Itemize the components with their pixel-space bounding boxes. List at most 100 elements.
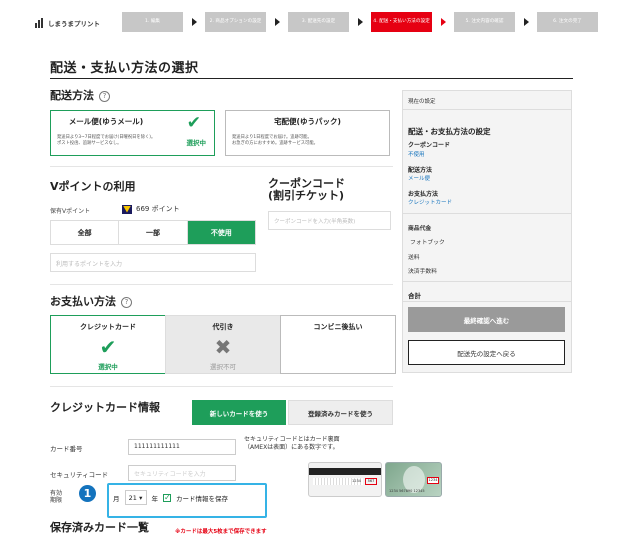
expiry-label: 有効 期限 [50,490,62,504]
progress-steps: 1. 編集 2. 商品オプションの設定 3. 配送先の設定 4. 配送・支払い方… [122,12,598,32]
vpoint-option-none[interactable]: 不使用 [187,221,255,244]
desc-line: ポスト投函、追跡サービスなし。 [57,140,122,146]
checkmark-icon: ✔ [99,335,117,359]
tab-saved-card[interactable]: 登録済みカードを使う [288,400,393,425]
shipping-option-name: メール便(ゆうメール) [68,117,144,126]
security-code-label: セキュリティコード [50,471,109,479]
vpoint-held: 669 ポイント [122,204,180,214]
expiry-label-line: 期限 [50,497,63,505]
logo[interactable]: しまうまプリント [35,18,100,28]
payment-title-text: お支払い方法 [50,295,116,308]
summary-divider [402,281,572,282]
section-divider [50,284,393,285]
chevron-right-icon [441,18,446,26]
payment-option-credit-card[interactable]: クレジットカード ✔ 選択中 [50,315,166,374]
summary-title: 配送・お支払方法の設定 [408,127,491,136]
magnetic-stripe [309,468,381,475]
logo-text: しまうまプリント [48,20,100,28]
security-code-note: セキュリティコードとはカード裏面 （AMEXは表面）にある数字です。 [244,436,340,451]
saved-cards-note: ※カードは最大5枚まで保存できます [175,529,267,535]
payment-option-convenience[interactable]: コンビニ後払い [280,315,396,374]
summary-divider [402,301,572,302]
step-options: 2. 商品オプションの設定 [205,12,266,32]
card-front-code: 1234 [427,477,439,484]
summary-divider [402,109,572,110]
saved-cards-title: 保存済みカード一覧 [50,521,149,534]
step-confirm: 5. 注文内容の確認 [454,12,515,32]
save-card-label: カード情報を保存 [176,494,228,503]
step-badge: 1 [79,485,96,502]
vpoint-logo-icon [122,204,132,214]
vpoint-option-all[interactable]: 全部 [51,221,120,244]
confirm-button[interactable]: 最終確認へ進む [408,307,565,332]
credit-card-section-title: クレジットカード情報 [50,401,160,414]
shipping-title-text: 配送方法 [50,89,94,102]
help-icon[interactable]: ? [121,297,132,308]
checkmark-icon: ✔ [186,113,201,133]
tab-new-card[interactable]: 新しいカードを使う [192,400,286,425]
shipping-option-desc: 発送日より1日程度でお届け。追跡可能。 お急ぎの方におすすめ。追跡サービス可能。 [232,135,318,146]
summary-shipping-label: 配送方法 [408,167,433,174]
vpoint-option-partial[interactable]: 一部 [119,221,188,244]
year-value: 21 [128,493,137,502]
chevron-down-icon: ▾ [139,493,143,502]
card-number-input[interactable]: 111111111111 [128,439,236,455]
summary-payment-label: お支払方法 [408,191,439,198]
vpoint-amount-input[interactable]: 利用するポイントを入力 [50,253,256,272]
payment-option-name: 代引き [212,323,234,331]
card-back-number: 1234 [352,479,361,483]
summary-item: 商品代金 [408,226,432,232]
chevron-right-icon [192,18,197,26]
payment-option-name: クレジットカード [80,323,136,331]
chevron-right-icon [524,18,529,26]
summary-divider [402,213,572,214]
shipping-option-parcel[interactable]: 宅配便(ゆうパック) 発送日より1日程度でお届け。追跡可能。 お急ぎの方におすす… [225,110,390,156]
section-divider [50,386,393,387]
summary-total-label: 合計 [408,292,421,300]
step-address: 3. 配送先の設定 [288,12,349,32]
coupon-code-input[interactable]: クーポンコードを入力(半角英数) [268,211,391,230]
section-divider [50,166,393,167]
note-line: （AMEXは表面）にある数字です。 [244,443,339,451]
selected-label: 選択中 [186,139,207,147]
desc-line: お急ぎの方におすすめ。追跡サービス可能。 [232,140,318,146]
shipping-option-name: 宅配便(ゆうパック) [274,117,341,126]
year-unit: 年 [151,494,159,503]
payment-option-cod: 代引き ✖ 選択不可 [165,315,281,374]
vpoint-usage-toggle: 全部 一部 不使用 [50,220,256,245]
card-front-image: 1234 1234 567890 12345 [385,462,442,497]
month-unit: 月 [113,494,120,503]
logo-icon [35,18,44,28]
back-button[interactable]: 配送先の設定へ戻る [408,340,565,365]
step-edit: 1. 編集 [122,12,183,32]
save-card-checkbox[interactable]: ✓ [163,493,171,502]
chevron-right-icon [275,18,280,26]
expiry-year-select[interactable]: 21 ▾ [124,490,147,505]
note-line: セキュリティコードとはカード裏面 [244,436,340,443]
vpoint-held-label: 保有Vポイント [50,208,91,215]
payment-option-name: コンビニ後払い [313,323,363,331]
summary-header: 現在の設定 [408,99,436,105]
summary-item: 決済手数料 [408,269,437,275]
desc-line: 発送日より1日程度でお届け。追跡可能。 [232,135,312,140]
chevron-right-icon [358,18,363,26]
shipping-option-desc: 発送日より3~7日程度でお届け(日曜祝日を除く)。 ポスト投函、追跡サービスなし… [57,135,155,146]
payment-option-status: 選択不可 [210,363,236,371]
security-code-input[interactable]: セキュリティコードを入力 [128,465,236,481]
expiry-row: 月 21 ▾ 年 ✓ カード情報を保存 [113,490,228,505]
summary-payment-value: クレジットカード [408,200,453,206]
card-back-code: 567 [365,478,377,485]
shipping-option-mail[interactable]: メール便(ゆうメール) 発送日より3~7日程度でお届け(日曜祝日を除く)。 ポス… [50,110,215,156]
summary-shipping-value: メール便 [408,176,431,182]
vpoint-section-title: Vポイントの利用 [50,180,136,193]
card-back-image: 1234 567 [308,462,382,497]
summary-coupon-value: 不使用 [408,152,425,158]
title-divider [50,78,573,79]
step-shipping-payment: 4. 配送・支払い方法の設定 [371,12,432,32]
help-icon[interactable]: ? [99,91,110,102]
summary-item: 送料 [408,255,420,261]
payment-option-status: 選択中 [98,363,118,371]
vpoint-held-value: 669 ポイント [136,205,180,213]
coupon-section-title: クーポンコード (割引チケット) [268,177,345,202]
card-front-number: 1234 567890 12345 [389,489,425,493]
